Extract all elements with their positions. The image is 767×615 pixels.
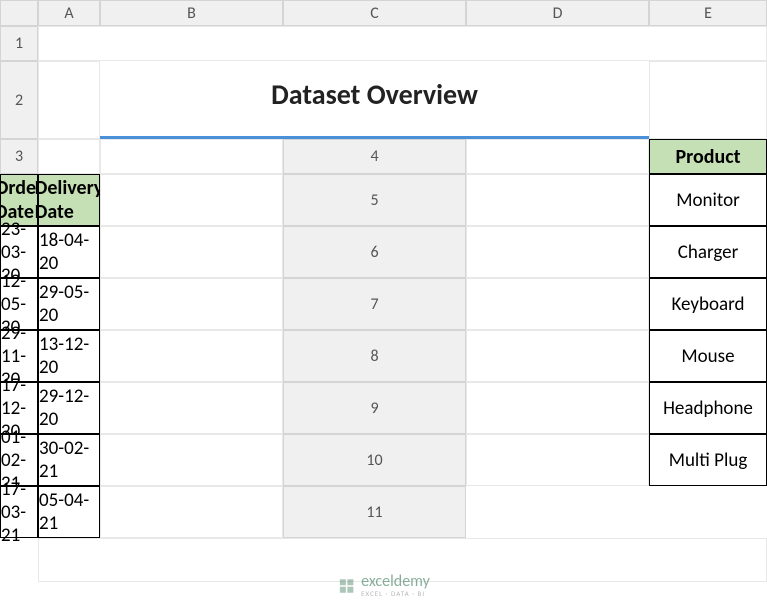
watermark-sub: EXCEL · DATA · BI: [361, 590, 430, 597]
cell-e10[interactable]: [100, 486, 283, 538]
row-header-9[interactable]: 9: [283, 382, 466, 434]
table-row[interactable]: Multi Plug: [649, 434, 767, 486]
row-header-8[interactable]: 8: [283, 330, 466, 382]
table-row[interactable]: Headphone: [649, 382, 767, 434]
cell-a3[interactable]: [38, 139, 100, 174]
logo-icon: [337, 577, 355, 595]
table-row[interactable]: Mouse: [649, 330, 767, 382]
cell-a6[interactable]: [466, 226, 649, 278]
col-header-a[interactable]: A: [38, 0, 100, 26]
row-header-5[interactable]: 5: [283, 174, 466, 226]
cell-e8[interactable]: [100, 382, 283, 434]
col-header-d[interactable]: D: [466, 0, 649, 26]
cell-a8[interactable]: [466, 330, 649, 382]
table-row[interactable]: 30-02-21: [38, 434, 100, 486]
col-header-b[interactable]: B: [100, 0, 283, 26]
cell-a7[interactable]: [466, 278, 649, 330]
table-row[interactable]: Monitor: [649, 174, 767, 226]
table-row[interactable]: 29-05-20: [38, 278, 100, 330]
row-header-1[interactable]: 1: [0, 26, 38, 61]
table-row[interactable]: Charger: [649, 226, 767, 278]
row-header-7[interactable]: 7: [283, 278, 466, 330]
row-header-4[interactable]: 4: [283, 139, 466, 174]
page-title[interactable]: Dataset Overview: [100, 61, 649, 139]
watermark-main: exceldemy: [361, 574, 430, 590]
watermark: exceldemy EXCEL · DATA · BI: [337, 574, 430, 597]
spreadsheet-grid: A B C D E 1 2 Dataset Overview 3 4 Produ…: [0, 0, 767, 615]
row-header-6[interactable]: 6: [283, 226, 466, 278]
table-row[interactable]: 17-03-21: [0, 486, 38, 538]
cell-a10[interactable]: [466, 434, 649, 486]
cell-e4[interactable]: [100, 174, 283, 226]
col-header-e[interactable]: E: [649, 0, 767, 26]
table-row[interactable]: 05-04-21: [38, 486, 100, 538]
cell-a9[interactable]: [466, 382, 649, 434]
cell-a4[interactable]: [466, 139, 649, 174]
table-row[interactable]: 29-12-20: [38, 382, 100, 434]
row-header-11[interactable]: 11: [283, 486, 466, 538]
cell-e5[interactable]: [100, 226, 283, 278]
cell-a5[interactable]: [466, 174, 649, 226]
table-row[interactable]: 13-12-20: [38, 330, 100, 382]
cell-e2[interactable]: [649, 61, 767, 139]
row-header-2[interactable]: 2: [0, 61, 38, 139]
row-header-3[interactable]: 3: [0, 139, 38, 174]
cell-e6[interactable]: [100, 278, 283, 330]
cell-e9[interactable]: [100, 434, 283, 486]
select-all-corner[interactable]: [0, 0, 38, 26]
table-row[interactable]: Keyboard: [649, 278, 767, 330]
row-header-10[interactable]: 10: [283, 434, 466, 486]
cell-a2[interactable]: [38, 61, 100, 139]
header-product[interactable]: Product: [649, 139, 767, 174]
col-header-c[interactable]: C: [283, 0, 466, 26]
cell-e3[interactable]: [100, 139, 283, 174]
table-row[interactable]: 18-04-20: [38, 226, 100, 278]
cell-e7[interactable]: [100, 330, 283, 382]
header-delivery-date[interactable]: Delivery Date: [38, 174, 100, 226]
cell-row1[interactable]: [38, 26, 767, 61]
